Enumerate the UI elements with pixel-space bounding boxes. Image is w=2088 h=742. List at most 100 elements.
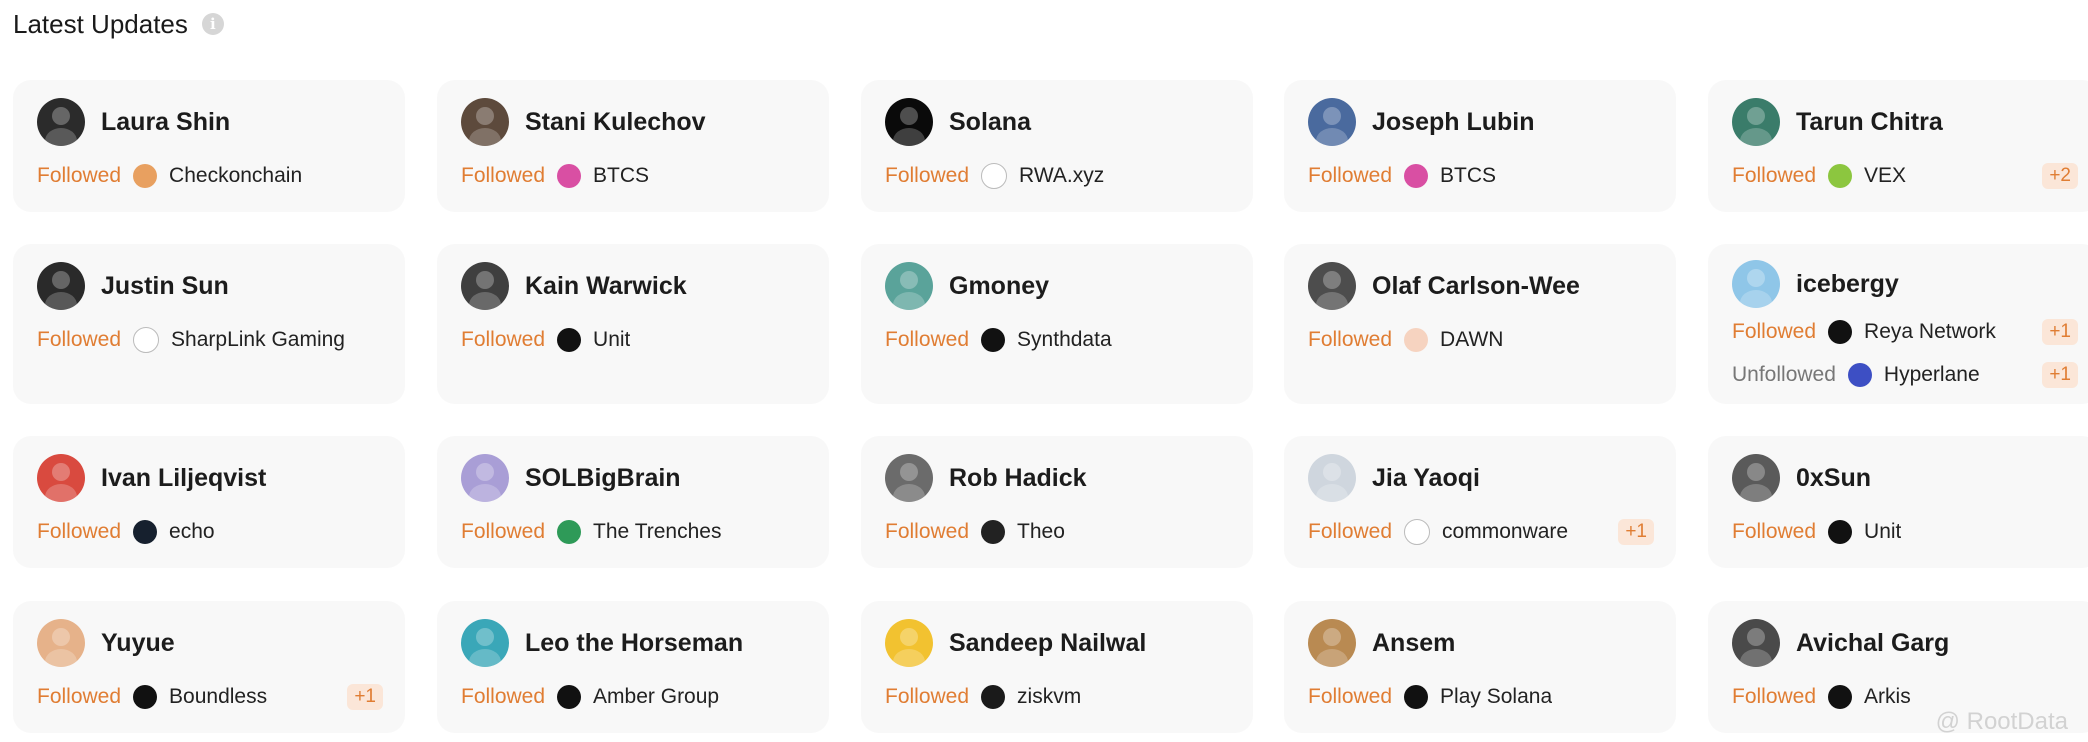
person-name[interactable]: Ansem [1372, 629, 1455, 658]
avatar[interactable] [885, 619, 933, 667]
person-name[interactable]: Solana [949, 108, 1031, 137]
project-name[interactable]: echo [169, 520, 215, 544]
person-name[interactable]: Justin Sun [101, 272, 229, 301]
person-name[interactable]: SOLBigBrain [525, 464, 681, 493]
project-name[interactable]: The Trenches [593, 520, 721, 544]
project-name[interactable]: Play Solana [1440, 685, 1552, 709]
project-name[interactable]: Synthdata [1017, 328, 1112, 352]
person-name[interactable]: Olaf Carlson-Wee [1372, 272, 1580, 301]
update-card[interactable]: Laura Shin Followed Checkonchain [13, 80, 405, 212]
update-card[interactable]: Rob Hadick Followed Theo [861, 436, 1253, 568]
update-card[interactable]: Tarun Chitra Followed VEX +2 [1708, 80, 2088, 212]
person-name[interactable]: Yuyue [101, 629, 175, 658]
update-card[interactable]: Stani Kulechov Followed BTCS [437, 80, 829, 212]
update-card[interactable]: Olaf Carlson-Wee Followed DAWN [1284, 244, 1676, 404]
person-name[interactable]: Leo the Horseman [525, 629, 743, 658]
commonware-logo-icon [1404, 519, 1431, 545]
project-name[interactable]: BTCS [593, 164, 649, 188]
avatar[interactable] [885, 262, 933, 310]
card-header: Ansem [1308, 619, 1455, 667]
card-header: Kain Warwick [461, 262, 687, 310]
project-name[interactable]: Reya Network [1864, 320, 1996, 344]
update-card[interactable]: Leo the Horseman Followed Amber Group [437, 601, 829, 733]
card-header: Stani Kulechov [461, 98, 706, 146]
section-header: Latest Updates i [13, 6, 224, 42]
update-card[interactable]: Gmoney Followed Synthdata [861, 244, 1253, 404]
follow-status: Followed [461, 328, 546, 351]
project-name[interactable]: Unit [1864, 520, 1901, 544]
avatar[interactable] [461, 98, 509, 146]
person-name[interactable]: Gmoney [949, 272, 1049, 301]
person-name[interactable]: Sandeep Nailwal [949, 629, 1146, 658]
follow-action-row: Followed Amber Group [461, 682, 807, 712]
person-name[interactable]: Jia Yaoqi [1372, 464, 1480, 493]
project-name[interactable]: VEX [1864, 164, 1906, 188]
project-name[interactable]: Checkonchain [169, 164, 302, 188]
project-name[interactable]: Unit [593, 328, 630, 352]
update-card[interactable]: Sandeep Nailwal Followed ziskvm [861, 601, 1253, 733]
checkonchain-logo-icon [133, 164, 158, 188]
project-name[interactable]: commonware [1442, 520, 1568, 544]
person-name[interactable]: Avichal Garg [1796, 629, 1949, 658]
follow-action-row: Followed Boundless +1 [37, 682, 383, 712]
more-count-badge[interactable]: +1 [2042, 319, 2078, 345]
person-name[interactable]: Laura Shin [101, 108, 230, 137]
project-name[interactable]: Boundless [169, 685, 267, 709]
avatar[interactable] [461, 262, 509, 310]
avatar[interactable] [461, 619, 509, 667]
person-name[interactable]: Tarun Chitra [1796, 108, 1943, 137]
more-count-badge[interactable]: +1 [2042, 362, 2078, 388]
follow-status: Followed [1732, 164, 1817, 187]
person-name[interactable]: Rob Hadick [949, 464, 1087, 493]
project-name[interactable]: BTCS [1440, 164, 1496, 188]
project-name[interactable]: RWA.xyz [1019, 164, 1104, 188]
person-name[interactable]: icebergy [1796, 270, 1899, 299]
avatar[interactable] [1732, 98, 1780, 146]
avatar[interactable] [885, 98, 933, 146]
project-name[interactable]: Theo [1017, 520, 1065, 544]
avatar[interactable] [37, 619, 85, 667]
person-name[interactable]: Kain Warwick [525, 272, 687, 301]
avatar[interactable] [1732, 454, 1780, 502]
update-card[interactable]: Ansem Followed Play Solana [1284, 601, 1676, 733]
avatar[interactable] [1308, 454, 1356, 502]
project-name[interactable]: ziskvm [1017, 685, 1081, 709]
avatar[interactable] [1308, 619, 1356, 667]
update-card[interactable]: Justin Sun Followed SharpLink Gaming [13, 244, 405, 404]
person-name[interactable]: Stani Kulechov [525, 108, 706, 137]
sharplink-logo-icon [133, 327, 160, 353]
info-icon[interactable]: i [201, 13, 224, 35]
update-card[interactable]: 0xSun Followed Unit [1708, 436, 2088, 568]
update-card[interactable]: icebergy Followed Reya Network +1 Unfollowed… [1708, 244, 2088, 404]
more-count-badge[interactable]: +1 [1618, 519, 1654, 545]
avatar[interactable] [461, 454, 509, 502]
project-name[interactable]: Amber Group [593, 685, 719, 709]
follow-action-row: Followed Synthdata [885, 325, 1231, 355]
avatar[interactable] [37, 98, 85, 146]
update-card[interactable]: Joseph Lubin Followed BTCS [1284, 80, 1676, 212]
person-name[interactable]: Joseph Lubin [1372, 108, 1535, 137]
update-card[interactable]: Yuyue Followed Boundless +1 [13, 601, 405, 733]
project-name[interactable]: DAWN [1440, 328, 1503, 352]
update-card[interactable]: Jia Yaoqi Followed commonware +1 [1284, 436, 1676, 568]
avatar[interactable] [1732, 619, 1780, 667]
avatar[interactable] [1308, 98, 1356, 146]
avatar[interactable] [37, 262, 85, 310]
project-name[interactable]: SharpLink Gaming [171, 328, 345, 352]
update-card[interactable]: Solana Followed RWA.xyz [861, 80, 1253, 212]
person-name[interactable]: 0xSun [1796, 464, 1871, 493]
update-card[interactable]: Kain Warwick Followed Unit [437, 244, 829, 404]
person-name[interactable]: Ivan Liljeqvist [101, 464, 266, 493]
avatar[interactable] [885, 454, 933, 502]
follow-action-row: Followed Reya Network +1 [1732, 317, 2078, 347]
more-count-badge[interactable]: +2 [2042, 163, 2078, 189]
avatar[interactable] [37, 454, 85, 502]
update-card[interactable]: Ivan Liljeqvist Followed echo [13, 436, 405, 568]
more-count-badge[interactable]: +1 [347, 684, 383, 710]
update-card[interactable]: SOLBigBrain Followed The Trenches [437, 436, 829, 568]
btcs-logo-icon [557, 164, 582, 188]
project-name[interactable]: Hyperlane [1884, 363, 1980, 387]
avatar[interactable] [1308, 262, 1356, 310]
project-name[interactable]: Arkis [1864, 685, 1911, 709]
avatar[interactable] [1732, 260, 1780, 308]
